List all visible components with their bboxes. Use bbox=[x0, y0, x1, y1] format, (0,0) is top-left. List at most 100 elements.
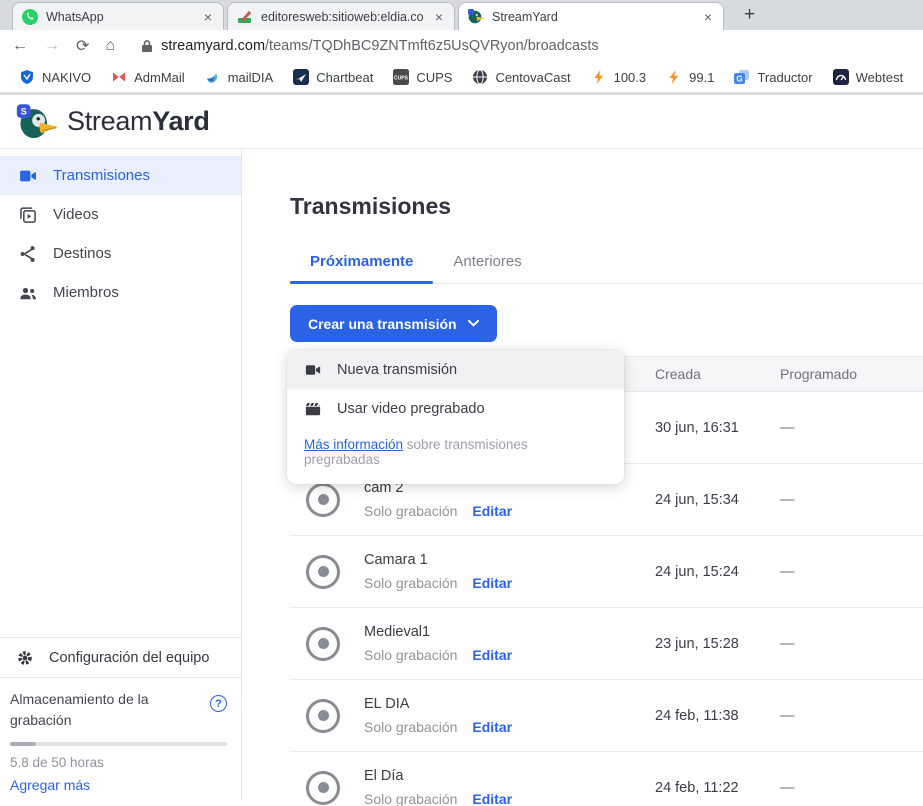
streamyard-icon bbox=[468, 9, 484, 25]
sidebar-item-videos[interactable]: Videos bbox=[0, 195, 241, 234]
url-path: /teams/TQDhBC9ZNTmft6z5UsQVRyon/broadcas… bbox=[265, 38, 599, 54]
gear-icon bbox=[16, 649, 34, 667]
close-icon[interactable]: × bbox=[702, 10, 714, 24]
storage-title: Almacenamiento de la grabación bbox=[10, 689, 175, 731]
scheduled-cell: — bbox=[780, 780, 923, 796]
created-cell: 23 jun, 15:28 bbox=[655, 636, 780, 652]
bolt-icon bbox=[666, 69, 682, 85]
dropdown-info-text: Más información sobre transmisiones preg… bbox=[287, 428, 624, 481]
menu-item-usar-video-pregrabado[interactable]: Usar video pregrabado bbox=[287, 389, 624, 428]
video-library-icon bbox=[18, 205, 38, 225]
bookmark-100-3[interactable]: 100.3 bbox=[582, 66, 656, 88]
whatsapp-icon bbox=[22, 9, 38, 25]
menu-item-nueva-transmision[interactable]: Nueva transmisión bbox=[287, 350, 624, 389]
tab-proximamente[interactable]: Próximamente bbox=[290, 253, 433, 283]
sidebar-item-destinos[interactable]: Destinos bbox=[0, 234, 241, 273]
storage-section: Almacenamiento de la grabación ? 5.8 de … bbox=[0, 677, 241, 801]
edit-link[interactable]: Editar bbox=[472, 791, 512, 806]
scheduled-cell: — bbox=[780, 420, 923, 436]
forward-icon[interactable]: → bbox=[44, 37, 60, 55]
table-row[interactable]: Camara 1 Solo grabaciónEditar 24 jun, 15… bbox=[290, 536, 923, 608]
edit-link[interactable]: Editar bbox=[472, 503, 512, 519]
translate-icon: G bbox=[734, 69, 750, 85]
record-icon bbox=[306, 483, 340, 517]
tab-streamyard[interactable]: StreamYard × bbox=[458, 2, 724, 30]
sidebar-item-transmisiones[interactable]: Transmisiones bbox=[0, 156, 241, 195]
edit-link[interactable]: Editar bbox=[472, 647, 512, 663]
share-icon bbox=[18, 244, 38, 264]
bookmarks-bar: NAKIVO AdmMail mailDIA Chartbeat CUPS CU… bbox=[0, 62, 923, 95]
table-row[interactable]: Medieval1 Solo grabaciónEditar 23 jun, 1… bbox=[290, 608, 923, 680]
record-icon bbox=[306, 627, 340, 661]
bookmark-webtest[interactable]: Webtest bbox=[824, 66, 912, 88]
record-icon bbox=[306, 771, 340, 805]
chevron-down-icon bbox=[468, 320, 479, 327]
bookmark-admmail[interactable]: AdmMail bbox=[102, 66, 194, 88]
sidebar-item-miembros[interactable]: Miembros bbox=[0, 273, 241, 312]
team-settings-button[interactable]: Configuración del equipo bbox=[0, 637, 241, 677]
lock-icon bbox=[141, 39, 153, 53]
browser-toolbar: ← → ⟳ ⌂ streamyard.com/teams/TQDhBC9ZNTm… bbox=[0, 30, 923, 62]
bookmark-cloudflare[interactable]: CloudFlare bbox=[914, 66, 923, 88]
mail-icon bbox=[111, 69, 127, 85]
streamyard-logo-icon: S bbox=[16, 103, 58, 141]
editor-icon bbox=[237, 9, 253, 25]
storage-progress-fill bbox=[10, 742, 36, 746]
created-cell: 24 jun, 15:24 bbox=[655, 564, 780, 580]
close-icon[interactable]: × bbox=[433, 10, 445, 24]
tab-label: WhatsApp bbox=[46, 10, 194, 24]
create-broadcast-dropdown: Nueva transmisión Usar video pregrabado … bbox=[287, 350, 624, 484]
created-cell: 24 feb, 11:38 bbox=[655, 708, 780, 724]
column-creada: Creada bbox=[655, 366, 780, 382]
created-cell: 24 feb, 11:22 bbox=[655, 780, 780, 796]
bolt-icon bbox=[591, 69, 607, 85]
new-tab-button[interactable]: + bbox=[736, 4, 763, 30]
edit-link[interactable]: Editar bbox=[472, 719, 512, 735]
add-more-link[interactable]: Agregar más bbox=[10, 777, 227, 793]
bookmark-cups[interactable]: CUPS CUPS bbox=[384, 66, 461, 88]
bookmark-chartbeat[interactable]: Chartbeat bbox=[284, 66, 382, 88]
brand-wordmark: StreamYard bbox=[67, 106, 210, 137]
close-icon[interactable]: × bbox=[202, 10, 214, 24]
scheduled-cell: — bbox=[780, 708, 923, 724]
edit-link[interactable]: Editar bbox=[472, 575, 512, 591]
address-bar[interactable]: streamyard.com/teams/TQDhBC9ZNTmft6z5UsQ… bbox=[161, 38, 599, 54]
url-host: streamyard.com bbox=[161, 38, 265, 54]
mas-informacion-link[interactable]: Más información bbox=[304, 437, 403, 452]
tab-label: editoresweb:sitioweb:eldia.co bbox=[261, 10, 425, 24]
create-broadcast-button[interactable]: Crear una transmisión bbox=[290, 305, 497, 342]
bookmark-99-1[interactable]: 99.1 bbox=[657, 66, 723, 88]
tab-label: StreamYard bbox=[492, 10, 694, 24]
back-icon[interactable]: ← bbox=[12, 37, 28, 55]
svg-text:S: S bbox=[21, 106, 27, 116]
reload-icon[interactable]: ⟳ bbox=[76, 36, 89, 56]
videocam-icon bbox=[18, 166, 38, 186]
table-row[interactable]: El Día Solo grabaciónEditar 24 feb, 11:2… bbox=[290, 752, 923, 806]
people-icon bbox=[18, 283, 38, 303]
bookmark-traductor[interactable]: G Traductor bbox=[725, 66, 821, 88]
bookmark-maildia[interactable]: mailDIA bbox=[196, 66, 283, 88]
clapperboard-icon bbox=[304, 400, 322, 418]
home-icon[interactable]: ⌂ bbox=[105, 37, 115, 55]
bookmark-centovacast[interactable]: CentovaCast bbox=[463, 66, 579, 88]
browser-tab-strip: WhatsApp × editoresweb:sitioweb:eldia.co… bbox=[0, 0, 923, 30]
app-header: S StreamYard bbox=[0, 95, 923, 149]
svg-text:CUPS: CUPS bbox=[394, 76, 409, 82]
globe-icon bbox=[472, 69, 488, 85]
storage-usage-text: 5.8 de 50 horas bbox=[10, 755, 227, 770]
bird-icon bbox=[205, 69, 221, 85]
gauge-icon bbox=[833, 69, 849, 85]
scheduled-cell: — bbox=[780, 564, 923, 580]
bookmark-nakivo[interactable]: NAKIVO bbox=[10, 66, 100, 88]
cups-icon: CUPS bbox=[393, 69, 409, 85]
table-row[interactable]: EL DIA Solo grabaciónEditar 24 feb, 11:3… bbox=[290, 680, 923, 752]
sidebar: Transmisiones Videos Destinos Miembros C… bbox=[0, 149, 242, 801]
page-title: Transmisiones bbox=[290, 193, 923, 220]
chartbeat-icon bbox=[293, 69, 309, 85]
tab-whatsapp[interactable]: WhatsApp × bbox=[12, 2, 224, 30]
broadcast-tabs: Próximamente Anteriores bbox=[290, 253, 923, 284]
tab-anteriores[interactable]: Anteriores bbox=[433, 253, 541, 283]
help-icon[interactable]: ? bbox=[210, 695, 227, 712]
tab-editoresweb[interactable]: editoresweb:sitioweb:eldia.co × bbox=[227, 2, 455, 30]
scheduled-cell: — bbox=[780, 492, 923, 508]
